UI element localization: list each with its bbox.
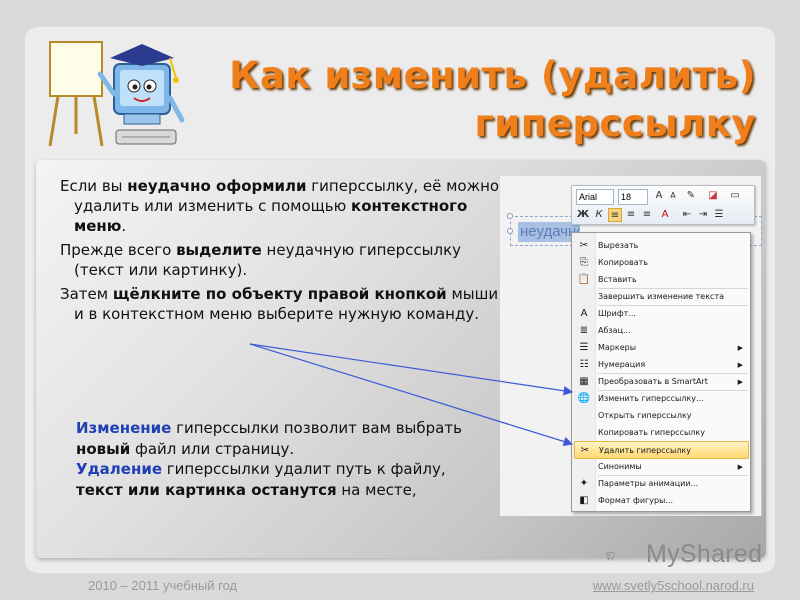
- shape-outline-icon[interactable]: ▭: [728, 189, 742, 203]
- submenu-arrow-icon: ▶: [737, 378, 743, 386]
- align-left-icon[interactable]: ≡: [608, 208, 622, 222]
- menu-item[interactable]: Синонимы ▶: [574, 458, 749, 476]
- menu-item-label: Вставить: [598, 275, 637, 284]
- context-menu: ✂ Вырезать ⎘ Копировать 📋 Вставить Завершить и…: [571, 232, 751, 512]
- align-center-icon[interactable]: ≡: [624, 208, 638, 222]
- hyperlink-edit-icon: 🌐: [577, 393, 591, 404]
- edit-explanation: Изменение гиперссылки позволит вам выбра…: [76, 419, 462, 458]
- submenu-arrow-icon: ▶: [737, 463, 743, 471]
- menu-item-label: Формат фигуры...: [598, 496, 673, 505]
- menu-item[interactable]: ≣ Абзац...: [574, 322, 749, 340]
- computer-teacher-clipart: [48, 41, 185, 147]
- myshared-logo-text: MyShared: [646, 540, 763, 568]
- footer-year: 2010 – 2011 учебный год: [88, 578, 238, 593]
- menu-item[interactable]: Открыть гиперссылку: [574, 407, 749, 425]
- menu-item-label: Копировать: [598, 258, 648, 267]
- bold-icon[interactable]: Ж: [576, 208, 590, 222]
- bullets-icon: ☰: [579, 342, 589, 353]
- menu-item[interactable]: ◧ Формат фигуры...: [574, 492, 749, 510]
- menu-item[interactable]: ☷ Нумерация ▶: [574, 356, 749, 374]
- title-line-2: гиперссылку: [474, 102, 756, 145]
- menu-item-icon: [577, 460, 591, 474]
- scissors-icon: ✂: [579, 240, 589, 251]
- menu-item-icon: [577, 290, 591, 304]
- menu-item-label: Шрифт...: [598, 309, 636, 318]
- instructions: Если вы неудачно оформили гиперссылку, е…: [60, 176, 500, 328]
- font-color-icon[interactable]: A: [658, 208, 672, 222]
- shape-fill-icon[interactable]: ◪: [706, 189, 720, 203]
- selection-handle: [507, 213, 513, 219]
- numbering-icon: ☷: [579, 359, 589, 370]
- menu-item-label: Преобразовать в SmartArt: [598, 377, 708, 386]
- bullets-icon[interactable]: ☰: [712, 208, 726, 222]
- menu-item-label: Завершить изменение текста: [598, 292, 725, 301]
- menu-item-label: Синонимы: [598, 462, 642, 471]
- menu-item[interactable]: ☰ Маркеры ▶: [574, 339, 749, 357]
- menu-item-label: Изменить гиперссылку...: [598, 394, 704, 403]
- submenu-arrow-icon: ▶: [737, 361, 743, 369]
- edit-delete-note: Изменение гиперссылки позволит вам выбра…: [76, 418, 486, 500]
- menu-item-label: Нумерация: [598, 360, 646, 369]
- align-right-icon[interactable]: ≡: [640, 208, 654, 222]
- menu-item[interactable]: 📋 Вставить: [574, 271, 749, 289]
- menu-item-label: Абзац...: [598, 326, 631, 335]
- decrease-indent-icon[interactable]: ⇤: [680, 208, 694, 222]
- menu-item[interactable]: 🌐 Изменить гиперссылку...: [574, 390, 749, 408]
- myshared-logo-icon: [606, 552, 615, 561]
- format-painter-icon[interactable]: ✎: [684, 189, 698, 203]
- font-name-box[interactable]: Arial: [576, 189, 614, 205]
- menu-item[interactable]: ✂ Удалить гиперссылку: [574, 441, 749, 459]
- menu-item[interactable]: Завершить изменение текста: [574, 288, 749, 306]
- slide-title: Как изменить (удалить) гиперссылку: [196, 52, 756, 148]
- menu-item[interactable]: ⎘ Копировать: [574, 254, 749, 272]
- paste-icon: 📋: [577, 274, 591, 285]
- animation-icon: ✦: [579, 478, 589, 489]
- paragraph-2: Прежде всего выделите неудачную гиперссы…: [60, 241, 462, 279]
- menu-item-icon: [577, 426, 591, 440]
- submenu-arrow-icon: ▶: [737, 344, 743, 352]
- hyperlink-remove-icon: ✂: [580, 445, 590, 456]
- delete-explanation: Удаление гиперссылки удалит путь к файлу…: [76, 460, 446, 499]
- mini-toolbar: Arial 18 A A ✎ ◪ ▭ Ж К ≡ ≡ ≡ A ⇤ ⇥ ☰: [571, 185, 755, 225]
- menu-item[interactable]: Копировать гиперссылку: [574, 424, 749, 442]
- paragraph-icon: ≣: [579, 325, 589, 336]
- paragraph-3: Затем щёлкните по объекту правой кнопкой…: [60, 285, 499, 323]
- grow-font-icon[interactable]: A: [652, 189, 666, 203]
- font-size-box[interactable]: 18: [618, 189, 648, 205]
- copy-icon: ⎘: [580, 257, 588, 268]
- paragraph-1: Если вы неудачно оформили гиперссылку, е…: [60, 177, 500, 235]
- menu-item-label: Маркеры: [598, 343, 637, 352]
- increase-indent-icon[interactable]: ⇥: [696, 208, 710, 222]
- font-icon: A: [580, 308, 588, 319]
- title-line-1: Как изменить (удалить): [229, 54, 756, 97]
- menu-item[interactable]: A Шрифт...: [574, 305, 749, 323]
- menu-item-label: Параметры анимации...: [598, 479, 699, 488]
- menu-item[interactable]: ✂ Вырезать: [574, 237, 749, 255]
- shape-format-icon: ◧: [579, 495, 589, 506]
- menu-item-label: Открыть гиперссылку: [598, 411, 692, 420]
- menu-item-icon: [577, 409, 591, 423]
- menu-item[interactable]: ▦ Преобразовать в SmartArt ▶: [574, 373, 749, 391]
- menu-item-label: Копировать гиперссылку: [598, 428, 705, 437]
- footer-url-link[interactable]: www.svetly5school.narod.ru: [593, 578, 754, 593]
- shrink-font-icon[interactable]: A: [666, 189, 680, 203]
- menu-item[interactable]: ✦ Параметры анимации...: [574, 475, 749, 493]
- menu-item-label: Вырезать: [598, 241, 639, 250]
- selection-handle: [507, 228, 513, 234]
- italic-icon[interactable]: К: [592, 208, 606, 222]
- smartart-icon: ▦: [579, 376, 589, 387]
